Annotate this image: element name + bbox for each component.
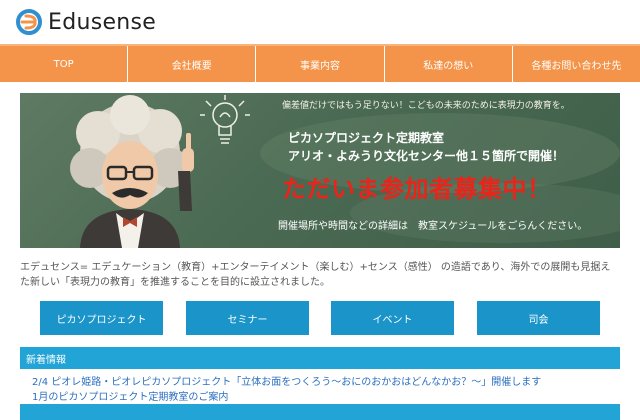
- mc-button[interactable]: 司会: [477, 301, 600, 335]
- nav-item-company[interactable]: 会社概要: [128, 46, 257, 82]
- lightbulb-icon: [200, 95, 250, 144]
- news-item-2[interactable]: 1月のピカソプロジェクト定期教室のご案内: [32, 388, 228, 403]
- banner-details: 開催場所や時間などの詳細は 教室スケジュールをごらんください。: [278, 221, 588, 232]
- edusense-logo-icon: [14, 7, 44, 37]
- banner-line-2: アリオ・よみうり文化センター他１５箇所で開催！: [288, 149, 565, 163]
- news-header: 新着情報: [20, 347, 620, 369]
- nav-item-top[interactable]: TOP: [0, 46, 129, 82]
- nav-item-business[interactable]: 事業内容: [256, 46, 385, 82]
- seminar-button[interactable]: セミナー: [186, 301, 309, 335]
- banner-recruit-headline: ただいま参加者募集中！: [282, 175, 552, 203]
- main-nav: TOP 会社概要 事業内容 私達の想い 各種お問い合わせ先: [0, 44, 640, 82]
- company-intro: エデュセンス= エデュケーション（教育）+エンターテイメント（楽しむ）+センス（…: [20, 262, 611, 288]
- banner-line-1: ピカソプロジェクト定期教室: [288, 131, 445, 145]
- section-bar: [20, 404, 620, 420]
- nav-item-philosophy[interactable]: 私達の想い: [385, 46, 513, 82]
- picasso-project-button[interactable]: ピカソプロジェクト: [40, 301, 163, 335]
- hero-banner[interactable]: 偏差値だけではもう足りない！こどもの未来のために表現力の教育を。 ピカソプロジェ…: [20, 93, 620, 248]
- banner-tagline: 偏差値だけではもう足りない！こどもの未来のために表現力の教育を。: [282, 101, 570, 111]
- site-logo[interactable]: Edusense: [14, 4, 156, 40]
- logo-text: Edusense: [48, 9, 157, 35]
- nav-item-contact[interactable]: 各種お問い合わせ先: [513, 46, 640, 82]
- child-figure: [70, 95, 194, 248]
- news-item-1[interactable]: 2/4 ピオレ姫路・ピオレピカソプロジェクト「立体お面をつくろう～おにのおかおは…: [32, 373, 541, 388]
- event-button[interactable]: イベント: [331, 301, 454, 335]
